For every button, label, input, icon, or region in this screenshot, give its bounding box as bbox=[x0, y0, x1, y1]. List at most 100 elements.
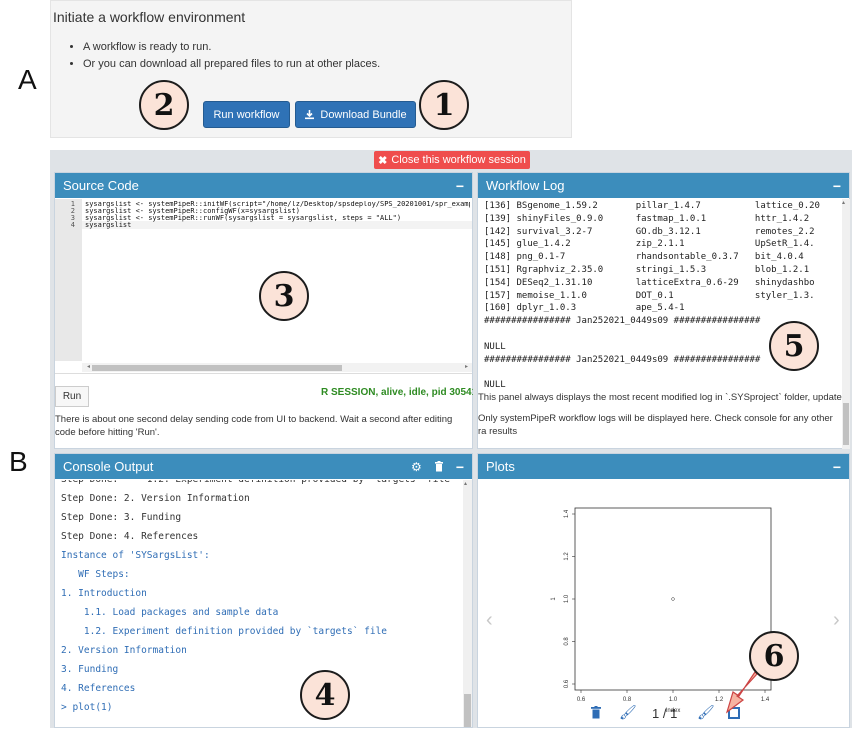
log-vertical-scrollbar[interactable]: ▴ bbox=[842, 199, 850, 449]
log-line: NULL bbox=[484, 380, 506, 391]
collapse-icon[interactable]: − bbox=[456, 179, 464, 193]
scroll-right-icon[interactable]: ▸ bbox=[465, 363, 471, 370]
console-line: Step Done: 4. References bbox=[61, 531, 199, 542]
console-title: Console Output bbox=[63, 459, 154, 474]
console-line: 1.1. Load packages and sample data bbox=[61, 607, 279, 618]
section-label-a: A bbox=[18, 64, 37, 95]
console-line: 4. References bbox=[61, 683, 136, 694]
run-workflow-label: Run workflow bbox=[213, 108, 280, 121]
download-bundle-button[interactable]: Download Bundle bbox=[295, 101, 416, 128]
console-line: WF Steps: bbox=[61, 569, 130, 580]
chevron-left-icon[interactable]: ‹ bbox=[486, 609, 493, 632]
console-line: 1.2. Experiment definition provided by `… bbox=[61, 626, 388, 637]
annotation-3: 3 bbox=[259, 271, 309, 321]
console-line: Step Done: 1.2. Experiment definition pr… bbox=[61, 480, 457, 489]
annotation-4: 4 bbox=[300, 670, 350, 720]
scroll-up-icon[interactable]: ▴ bbox=[464, 480, 467, 487]
console-vertical-scrollbar[interactable]: ▴ bbox=[463, 480, 472, 727]
y-tick-label: 1.4 bbox=[564, 509, 570, 518]
list-item: A workflow is ready to run. bbox=[83, 39, 380, 56]
y-tick-label: 1.2 bbox=[564, 552, 570, 561]
session-status: R SESSION, alive, idle, pid 30541. bbox=[321, 387, 473, 398]
run-workflow-button[interactable]: Run workflow bbox=[203, 101, 290, 128]
console-line: 3. Funding bbox=[61, 664, 119, 675]
annotation-5: 5 bbox=[769, 321, 819, 371]
log-note-1: This panel always displays the most rece… bbox=[478, 392, 842, 403]
scroll-thumb[interactable] bbox=[843, 403, 849, 445]
plots-panel: Plots − 0.6 0.8 1.0 1.2 1.4 0.6 0.8 1.0 1.2 1.4 In… bbox=[477, 453, 850, 728]
plot-frame bbox=[574, 507, 772, 691]
console-line: Step Done: 2. Version Information bbox=[61, 493, 250, 504]
y-tick-label: 0.6 bbox=[564, 679, 570, 688]
trash-icon[interactable] bbox=[434, 461, 444, 472]
scroll-thumb[interactable] bbox=[92, 365, 342, 371]
section-label-b: B bbox=[9, 446, 28, 477]
console-line: 1. Introduction bbox=[61, 588, 147, 599]
x-tick-label: 0.6 bbox=[577, 697, 586, 703]
annotation-1: 1 bbox=[419, 80, 469, 130]
console-line: Instance of 'SYSargsList': bbox=[61, 550, 210, 561]
console-lines: Step Done: 1.2. Experiment definition pr… bbox=[55, 480, 463, 728]
run-code-button[interactable]: Run bbox=[55, 386, 89, 407]
scroll-thumb[interactable] bbox=[464, 694, 471, 727]
log-line: [148] png_0.1-7 rhandsontable_0.3.7 bit_… bbox=[484, 252, 804, 263]
y-tick-label: 0.8 bbox=[564, 637, 570, 646]
collapse-icon[interactable]: − bbox=[833, 460, 841, 474]
panel-title: Initiate a workflow environment bbox=[53, 9, 246, 25]
source-code-title: Source Code bbox=[63, 178, 139, 193]
x-tick-label: 1.0 bbox=[669, 697, 678, 703]
console-header: Console Output ⚙ − bbox=[55, 454, 472, 479]
run-code-label: Run bbox=[62, 391, 82, 402]
brush-icon[interactable]: 🖌 bbox=[697, 704, 715, 721]
close-icon: ✖ bbox=[378, 154, 388, 167]
code-line: sysargslist <- systemPipeR::runWF(sysarg… bbox=[85, 214, 402, 222]
console-line: 2. Version Information bbox=[61, 645, 187, 656]
download-icon bbox=[305, 110, 315, 120]
annotation-2: 2 bbox=[139, 80, 189, 130]
log-line: [136] BSgenome_1.59.2 pillar_1.4.7 latti… bbox=[484, 201, 820, 211]
data-point bbox=[671, 597, 675, 601]
scroll-up-icon[interactable]: ▴ bbox=[842, 199, 845, 206]
x-tick-label: 0.8 bbox=[623, 697, 632, 703]
page-indicator: 1 / 1 bbox=[652, 706, 678, 721]
download-bundle-label: Download Bundle bbox=[320, 108, 407, 121]
x-tick-label: 1.2 bbox=[715, 697, 724, 703]
line-number: 4 bbox=[70, 221, 75, 229]
log-line: [142] survival_3.2-7 GO.db_3.12.1 remote… bbox=[484, 226, 815, 237]
code-lines: sysargslist <- systemPipeR::initWF(scrip… bbox=[85, 201, 470, 229]
plots-title: Plots bbox=[486, 459, 515, 474]
line-gutter: 1 2 3 4 bbox=[55, 199, 82, 361]
y-axis-label: 1 bbox=[551, 597, 557, 601]
annotation-6: 6 bbox=[749, 631, 799, 681]
source-code-header: Source Code − bbox=[55, 173, 472, 198]
close-session-button[interactable]: ✖ Close this workflow session bbox=[374, 151, 530, 169]
close-session-label: Close this workflow session bbox=[391, 154, 526, 166]
log-line: [145] glue_1.4.2 zip_2.1.1 UpSetR_1.4. bbox=[484, 239, 815, 250]
console-tools: ⚙ − bbox=[411, 460, 464, 474]
log-line: [160] dplyr_1.0.3 ape_5.4-1 bbox=[484, 303, 685, 314]
delay-note: There is about one second delay sending … bbox=[55, 414, 453, 438]
workflow-log-panel: Workflow Log − [136] BSgenome_1.59.2 pil… bbox=[477, 172, 850, 449]
console-line: > plot(1) bbox=[61, 702, 113, 713]
plots-header: Plots − bbox=[478, 454, 849, 479]
workflow-log-title: Workflow Log bbox=[486, 178, 565, 193]
gear-icon[interactable]: ⚙ bbox=[411, 460, 422, 474]
console-output-panel: Console Output ⚙ − Step Done: 1.2. Exper… bbox=[54, 453, 473, 728]
log-line: [139] shinyFiles_0.9.0 fastmap_1.0.1 htt… bbox=[484, 213, 810, 224]
console-line: Step Done: 3. Funding bbox=[61, 512, 182, 523]
log-line: [154] DESeq2_1.31.10 latticeExtra_0.6-29… bbox=[484, 277, 815, 288]
chevron-right-icon[interactable]: › bbox=[833, 609, 840, 632]
brush-icon[interactable]: 🖌 bbox=[619, 704, 637, 721]
info-list: A workflow is ready to run. Or you can d… bbox=[65, 39, 380, 73]
collapse-icon[interactable]: − bbox=[456, 460, 464, 474]
workflow-log-header: Workflow Log − bbox=[478, 173, 849, 198]
plot-canvas: 0.6 0.8 1.0 1.2 1.40.60.81.01.21.4Index1 bbox=[551, 507, 772, 714]
code-line: sysargslist bbox=[85, 221, 132, 229]
collapse-icon[interactable]: − bbox=[833, 179, 841, 193]
y-tick-label: 1.0 bbox=[564, 594, 570, 603]
log-note-2: Only systemPipeR workflow logs will be d… bbox=[478, 413, 833, 437]
list-item: Or you can download all prepared files t… bbox=[83, 56, 380, 73]
log-line: [151] Rgraphviz_2.35.0 stringi_1.5.3 blo… bbox=[484, 264, 810, 275]
horizontal-scrollbar[interactable]: ◂ ▸ bbox=[82, 363, 472, 372]
delete-plot-icon[interactable] bbox=[590, 706, 610, 724]
